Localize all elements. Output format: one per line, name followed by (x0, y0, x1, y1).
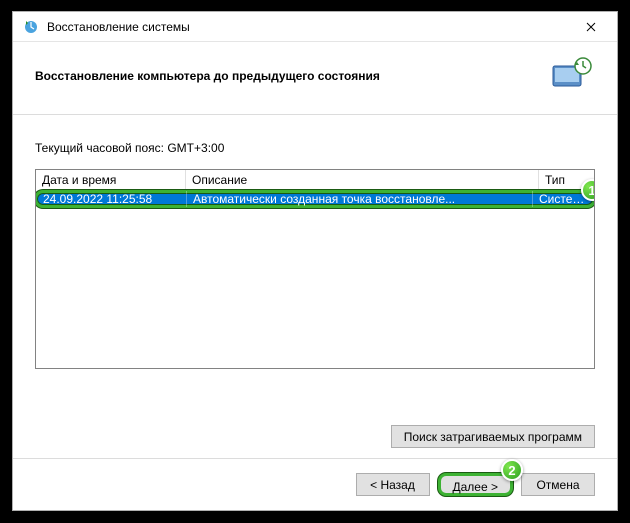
table-row[interactable]: 24.09.2022 11:25:58 Автоматически создан… (35, 190, 595, 208)
scan-affected-button[interactable]: Поиск затрагиваемых программ (391, 425, 595, 448)
window-title: Восстановление системы (47, 20, 571, 34)
page-title: Восстановление компьютера до предыдущего… (35, 69, 547, 83)
cancel-button[interactable]: Отмена (521, 473, 595, 496)
restore-points-table[interactable]: Дата и время Описание Тип 24.09.2022 11:… (35, 169, 595, 369)
back-button[interactable]: < Назад (356, 473, 430, 496)
cell-description: Автоматически созданная точка восстановл… (187, 191, 533, 207)
titlebar: Восстановление системы (13, 12, 617, 42)
annotation-badge-2: 2 (501, 459, 523, 481)
footer-buttons: < Назад Далее > 2 Отмена (13, 458, 617, 510)
column-date[interactable]: Дата и время (36, 170, 186, 191)
system-restore-window: Восстановление системы Восстановление ко… (12, 11, 618, 511)
app-icon (23, 19, 39, 35)
content-area: Текущий часовой пояс: GMT+3:00 Дата и вр… (13, 115, 617, 458)
close-button[interactable] (571, 13, 611, 41)
column-description[interactable]: Описание (186, 170, 539, 191)
close-icon (586, 22, 596, 32)
cell-date: 24.09.2022 11:25:58 (37, 191, 187, 207)
next-button[interactable]: Далее > (438, 473, 514, 496)
restore-hero-icon (547, 56, 595, 96)
header-panel: Восстановление компьютера до предыдущего… (13, 42, 617, 115)
table-header: Дата и время Описание Тип (36, 170, 594, 192)
timezone-label: Текущий часовой пояс: GMT+3:00 (35, 141, 595, 155)
